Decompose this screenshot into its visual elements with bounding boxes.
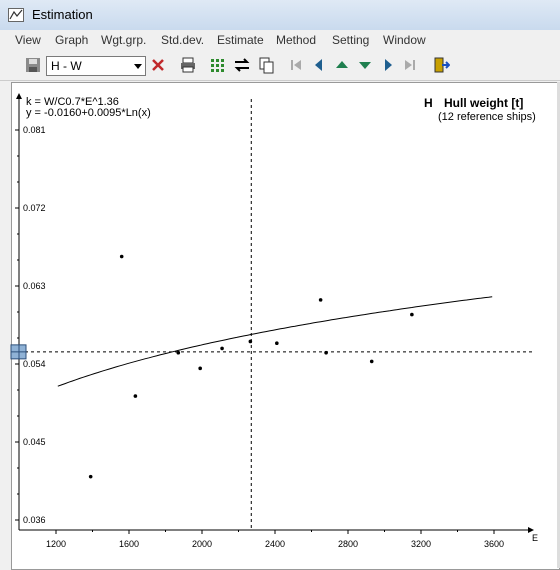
weight-group-select[interactable]: H - W bbox=[46, 56, 146, 76]
chevron-down-icon bbox=[134, 64, 142, 69]
menu-wgt-grp[interactable]: Wgt.grp. bbox=[101, 33, 146, 47]
menu-estimate[interactable]: Estimate bbox=[217, 33, 264, 47]
select-value: H - W bbox=[51, 59, 82, 73]
toolbar: H - W bbox=[0, 50, 560, 81]
menu-view[interactable]: View bbox=[15, 33, 41, 47]
reference-count: (12 reference ships) bbox=[438, 111, 536, 123]
menu-method[interactable]: Method bbox=[276, 33, 316, 47]
first-icon[interactable] bbox=[287, 56, 305, 74]
grid-icon[interactable] bbox=[209, 56, 227, 74]
prev-icon[interactable] bbox=[310, 56, 328, 74]
menu-window[interactable]: Window bbox=[383, 33, 426, 47]
save-icon[interactable] bbox=[24, 56, 42, 74]
formula-y: y = -0.0160+0.0095*Ln(x) bbox=[26, 107, 151, 119]
menu-setting[interactable]: Setting bbox=[332, 33, 369, 47]
app-icon bbox=[8, 8, 24, 22]
up-icon[interactable] bbox=[333, 56, 351, 74]
next-icon[interactable] bbox=[379, 56, 397, 74]
copy-icon[interactable] bbox=[257, 56, 275, 74]
menu-bar: View Graph Wgt.grp. Std.dev. Estimate Me… bbox=[0, 30, 560, 50]
swap-icon[interactable] bbox=[233, 56, 251, 74]
delete-icon[interactable] bbox=[149, 56, 167, 74]
menu-std-dev[interactable]: Std.dev. bbox=[161, 33, 204, 47]
menu-graph[interactable]: Graph bbox=[55, 33, 88, 47]
weight-title: Hull weight [t] bbox=[444, 96, 524, 110]
title-bar: Estimation bbox=[0, 0, 560, 31]
exit-icon[interactable] bbox=[432, 56, 450, 74]
print-icon[interactable] bbox=[179, 56, 197, 74]
window-title: Estimation bbox=[32, 7, 93, 22]
down-icon[interactable] bbox=[356, 56, 374, 74]
weight-code: H bbox=[424, 96, 433, 110]
last-icon[interactable] bbox=[401, 56, 419, 74]
plot-area[interactable]: k = W/C0.7*E^1.36 y = -0.0160+0.0095*Ln(… bbox=[11, 82, 560, 570]
